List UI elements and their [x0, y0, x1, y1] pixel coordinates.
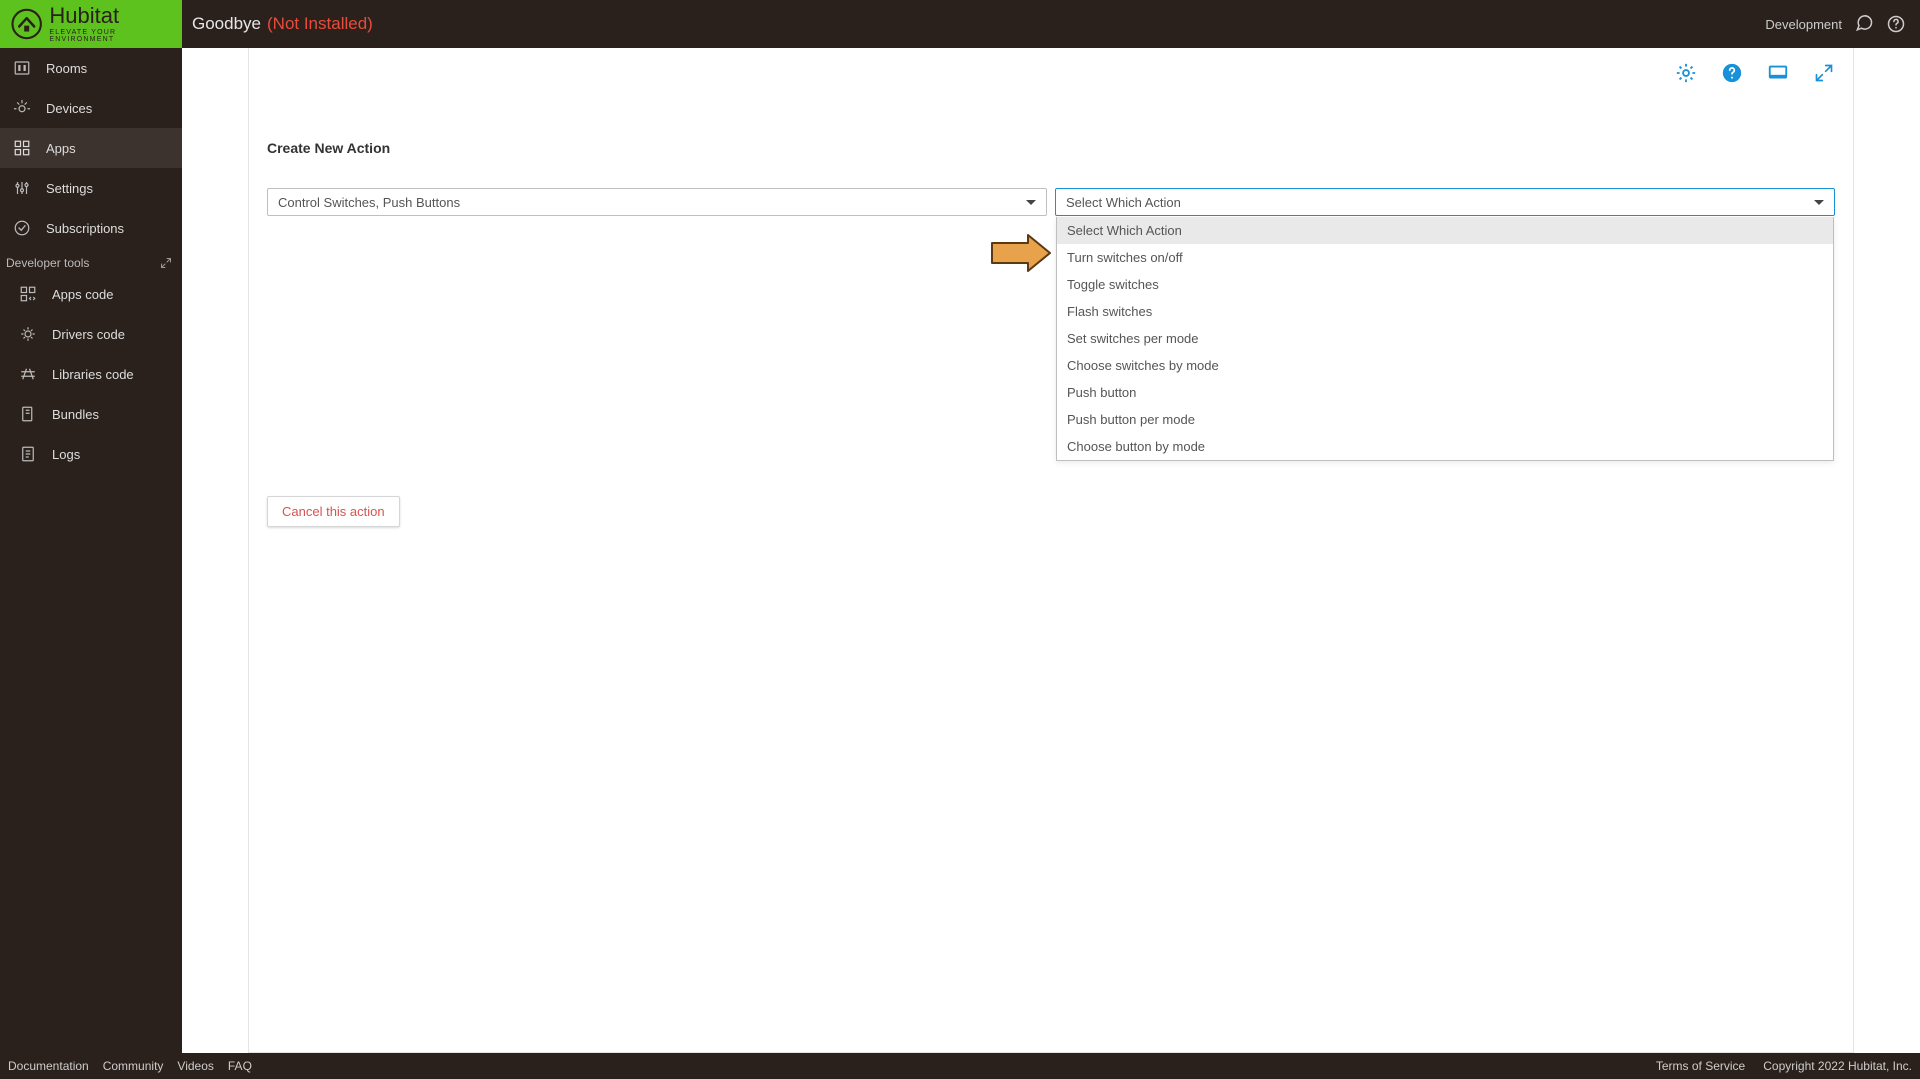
sidebar-item-apps-code[interactable]: Apps code: [0, 274, 182, 314]
dropdown-option[interactable]: Push button per mode: [1057, 406, 1833, 433]
footer-link-terms[interactable]: Terms of Service: [1656, 1059, 1745, 1073]
footer-link-community[interactable]: Community: [103, 1059, 164, 1073]
dropdown-option[interactable]: Turn switches on/off: [1057, 244, 1833, 271]
devices-icon: [12, 98, 32, 118]
sidebar-item-label: Settings: [46, 181, 93, 196]
sidebar-item-settings[interactable]: Settings: [0, 168, 182, 208]
drivers-code-icon: [18, 324, 38, 344]
hubitat-icon: [10, 7, 43, 41]
page-title: Goodbye: [192, 14, 261, 34]
sidebar-item-devices[interactable]: Devices: [0, 88, 182, 128]
select-action-type[interactable]: Control Switches, Push Buttons: [267, 188, 1047, 216]
sidebar-item-label: Rooms: [46, 61, 87, 76]
footer-left: Documentation Community Videos FAQ: [8, 1059, 252, 1073]
footer-link-videos[interactable]: Videos: [177, 1059, 213, 1073]
panel-toolbar: [1675, 62, 1835, 84]
dropdown-option[interactable]: Set switches per mode: [1057, 325, 1833, 352]
sidebar-item-logs[interactable]: Logs: [0, 434, 182, 474]
dropdown-option[interactable]: Choose button by mode: [1057, 433, 1833, 460]
libraries-code-icon: [18, 364, 38, 384]
footer-link-documentation[interactable]: Documentation: [8, 1059, 89, 1073]
environment-label[interactable]: Development: [1765, 17, 1842, 32]
footer: Documentation Community Videos FAQ Terms…: [0, 1053, 1920, 1079]
help-circle-icon[interactable]: [1721, 62, 1743, 84]
dropdown-option[interactable]: Flash switches: [1057, 298, 1833, 325]
sidebar-item-label: Apps code: [52, 287, 113, 302]
sidebar-item-libraries-code[interactable]: Libraries code: [0, 354, 182, 394]
sidebar-item-label: Libraries code: [52, 367, 134, 382]
dropdown-option[interactable]: Push button: [1057, 379, 1833, 406]
sidebar-item-label: Drivers code: [52, 327, 125, 342]
sidebar-item-label: Subscriptions: [46, 221, 124, 236]
fullscreen-icon[interactable]: [1813, 62, 1835, 84]
caret-down-icon: [1814, 200, 1824, 205]
help-icon[interactable]: [1886, 14, 1906, 34]
annotation-arrow-icon: [990, 233, 1052, 273]
subscriptions-icon: [12, 218, 32, 238]
footer-link-faq[interactable]: FAQ: [228, 1059, 252, 1073]
footer-copyright: Copyright 2022 Hubitat, Inc.: [1763, 1059, 1912, 1073]
select-action-type-value: Control Switches, Push Buttons: [278, 195, 460, 210]
top-bar: Hubitat ELEVATE YOUR ENVIRONMENT Goodbye…: [0, 0, 1920, 48]
sidebar-item-apps[interactable]: Apps: [0, 128, 182, 168]
dropdown-option[interactable]: Choose switches by mode: [1057, 352, 1833, 379]
sidebar-item-label: Apps: [46, 141, 76, 156]
topbar-right: Development: [1765, 14, 1920, 34]
panel-content: Create New Action Control Switches, Push…: [249, 48, 1853, 527]
brand-tagline: ELEVATE YOUR ENVIRONMENT: [49, 29, 182, 43]
select-which-action-placeholder: Select Which Action: [1066, 195, 1181, 210]
sidebar-item-bundles[interactable]: Bundles: [0, 394, 182, 434]
rooms-icon: [12, 58, 32, 78]
brand-text: Hubitat ELEVATE YOUR ENVIRONMENT: [49, 5, 182, 43]
select-which-action[interactable]: Select Which Action Select Which Action …: [1055, 188, 1835, 216]
sidebar: Rooms Devices Apps Settings Subscription…: [0, 48, 182, 1053]
collapse-icon[interactable]: [160, 257, 172, 269]
sidebar-item-subscriptions[interactable]: Subscriptions: [0, 208, 182, 248]
gear-icon[interactable]: [1675, 62, 1697, 84]
screen-icon[interactable]: [1767, 62, 1789, 84]
bundles-icon: [18, 404, 38, 424]
which-action-dropdown: Select Which Action Turn switches on/off…: [1056, 217, 1834, 461]
sidebar-item-rooms[interactable]: Rooms: [0, 48, 182, 88]
select-row: Control Switches, Push Buttons Select Wh…: [267, 188, 1835, 216]
apps-icon: [12, 138, 32, 158]
sidebar-item-drivers-code[interactable]: Drivers code: [0, 314, 182, 354]
sidebar-item-label: Devices: [46, 101, 92, 116]
page-title-area: Goodbye (Not Installed): [182, 14, 373, 34]
chat-icon[interactable]: [1854, 14, 1874, 34]
caret-down-icon: [1026, 200, 1036, 205]
main-area: Create New Action Control Switches, Push…: [182, 48, 1920, 1053]
page-status-tag: (Not Installed): [267, 14, 373, 34]
brand-name: Hubitat: [49, 5, 182, 27]
sidebar-section-dev-tools[interactable]: Developer tools: [0, 248, 182, 274]
sidebar-item-label: Logs: [52, 447, 80, 462]
apps-code-icon: [18, 284, 38, 304]
content-panel: Create New Action Control Switches, Push…: [248, 48, 1854, 1053]
logs-icon: [18, 444, 38, 464]
settings-icon: [12, 178, 32, 198]
section-heading: Create New Action: [267, 140, 1835, 156]
cancel-action-button[interactable]: Cancel this action: [267, 496, 400, 527]
brand-logo[interactable]: Hubitat ELEVATE YOUR ENVIRONMENT: [0, 0, 182, 48]
sidebar-section-label: Developer tools: [6, 256, 89, 270]
dropdown-option[interactable]: Toggle switches: [1057, 271, 1833, 298]
dropdown-option[interactable]: Select Which Action: [1057, 217, 1833, 244]
sidebar-item-label: Bundles: [52, 407, 99, 422]
footer-right: Terms of Service Copyright 2022 Hubitat,…: [1656, 1059, 1912, 1073]
